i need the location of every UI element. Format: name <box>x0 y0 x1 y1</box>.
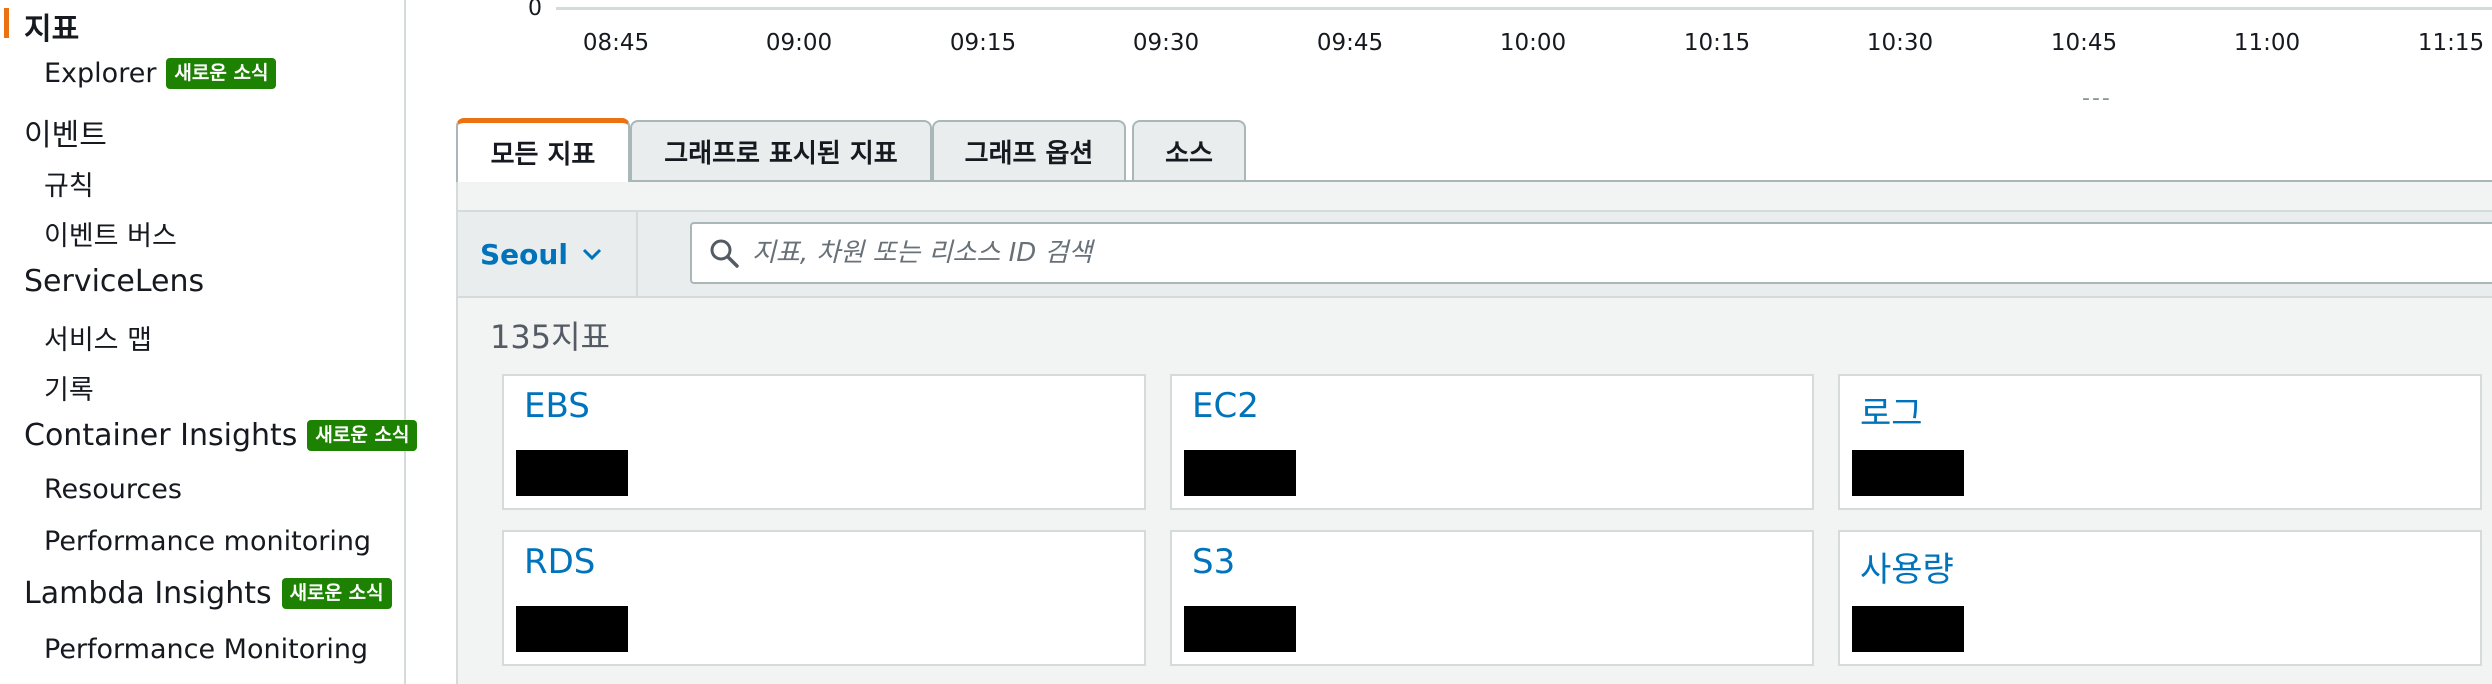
new-badge: 새로운 소식 <box>166 58 277 89</box>
sidebar-item-servicelens[interactable]: ServiceLens <box>24 264 204 299</box>
sidebar-item-lambda-performance-monitoring[interactable]: Performance Monitoring <box>44 634 368 665</box>
namespace-link[interactable]: S3 <box>1192 542 1235 582</box>
namespace-link[interactable]: RDS <box>524 542 595 582</box>
sidebar-item-label: 이벤트 버스 <box>44 221 177 252</box>
sidebar-item-label: Performance Monitoring <box>44 634 369 665</box>
x-tick-label: 10:00 <box>1499 30 1567 56</box>
sidebar-item-label: Explorer <box>44 58 157 89</box>
x-tick-label: 10:15 <box>1683 30 1751 56</box>
namespace-link[interactable]: EBS <box>524 386 590 426</box>
x-tick-label: 10:45 <box>2050 30 2118 56</box>
new-badge: 새로운 소식 <box>307 420 418 451</box>
search-icon <box>708 237 740 269</box>
region-selector[interactable]: Seoul <box>458 212 638 296</box>
redacted-count <box>1852 606 1964 652</box>
tab-graph-options[interactable]: 그래프 옵션 <box>932 120 1126 180</box>
redacted-count <box>1852 450 1964 496</box>
new-badge: 새로운 소식 <box>281 578 392 609</box>
sidebar-item-metrics[interactable]: 지표 <box>3 4 80 48</box>
sidebar-item-label: Lambda Insights <box>24 576 272 611</box>
redacted-count <box>516 450 628 496</box>
x-tick-label: 09:15 <box>949 30 1017 56</box>
x-tick-label: 09:30 <box>1132 30 1200 56</box>
x-tick-label: 11:00 <box>2233 30 2301 56</box>
x-axis-line <box>556 7 2492 10</box>
redacted-count <box>516 606 628 652</box>
tab-label: 모든 지표 <box>490 140 596 170</box>
namespace-link[interactable]: 로그 <box>1860 386 1923 435</box>
namespace-card-usage[interactable]: 사용량 <box>1838 530 2482 666</box>
tab-label: 소스 <box>1165 138 1213 169</box>
tab-label: 그래프 옵션 <box>964 138 1094 169</box>
graph-time-axis: 0 08:45 09:00 09:15 09:30 09:45 10:00 10… <box>456 0 2492 111</box>
tab-all-metrics[interactable]: 모든 지표 <box>456 118 630 182</box>
sidebar-item-label: Resources <box>44 474 182 505</box>
sidebar-item-service-map[interactable]: 서비스 맵 <box>44 318 152 357</box>
sidebar-item-rules[interactable]: 규칙 <box>44 164 94 203</box>
sidebar-item-resources[interactable]: Resources <box>44 474 182 505</box>
tab-graphed-metrics[interactable]: 그래프로 표시된 지표 <box>630 120 932 180</box>
sidebar-item-explorer[interactable]: Explorer 새로운 소식 <box>44 58 277 89</box>
sidebar-item-label: ServiceLens <box>24 264 205 299</box>
sidebar-item-performance-monitoring[interactable]: Performance monitoring <box>44 526 371 557</box>
tab-source[interactable]: 소스 <box>1132 120 1246 180</box>
sidebar-item-label: 이벤트 <box>24 118 107 153</box>
sidebar-item-events[interactable]: 이벤트 <box>24 110 107 154</box>
sidebar-item-event-buses[interactable]: 이벤트 버스 <box>44 214 177 253</box>
y-axis-zero-label: 0 <box>528 0 542 21</box>
x-tick-label: 11:15 <box>2417 30 2485 56</box>
namespace-card-rds[interactable]: RDS <box>502 530 1146 666</box>
sidebar-item-label: 기록 <box>44 375 94 406</box>
sidebar-item-label: Performance monitoring <box>44 526 372 557</box>
namespace-card-s3[interactable]: S3 <box>1170 530 1814 666</box>
x-tick-label: 10:30 <box>1866 30 1934 56</box>
x-tick-label: 08:45 <box>582 30 650 56</box>
namespace-card-ec2[interactable]: EC2 <box>1170 374 1814 510</box>
namespace-card-logs[interactable]: 로그 <box>1838 374 2482 510</box>
sidebar-item-label: 규칙 <box>44 171 94 202</box>
sidebar-item-label: Container Insights <box>24 418 298 453</box>
filter-bar: Seoul <box>458 210 2492 298</box>
all-metrics-panel: Seoul 135지표 EBS EC2 로그 RDS S3 사용량 <box>456 182 2492 684</box>
redacted-count <box>1184 606 1296 652</box>
x-tick-label: 09:45 <box>1316 30 1384 56</box>
sidebar-item-traces[interactable]: 기록 <box>44 368 94 407</box>
sidebar: 지표 Explorer 새로운 소식 이벤트 규칙 이벤트 버스 Service… <box>0 0 418 684</box>
sidebar-item-label: 서비스 맵 <box>44 325 152 356</box>
redacted-count <box>1184 450 1296 496</box>
namespace-link[interactable]: EC2 <box>1192 386 1259 426</box>
search-box <box>690 222 2492 284</box>
search-input[interactable] <box>752 238 2452 268</box>
metrics-tabs: 모든 지표 그래프로 표시된 지표 그래프 옵션 소스 <box>456 118 2492 182</box>
tab-label: 그래프로 표시된 지표 <box>664 138 898 169</box>
graph-resize-handle[interactable]: --- <box>2082 86 2112 111</box>
namespace-link[interactable]: 사용량 <box>1860 542 1954 591</box>
metric-count: 135지표 <box>490 318 610 356</box>
sidebar-item-lambda-insights[interactable]: Lambda Insights 새로운 소식 <box>24 576 392 611</box>
namespace-card-ebs[interactable]: EBS <box>502 374 1146 510</box>
region-label: Seoul <box>480 237 568 271</box>
sidebar-item-label: 지표 <box>24 12 80 47</box>
sidebar-item-container-insights[interactable]: Container Insights 새로운 소식 <box>24 418 418 453</box>
x-tick-label: 09:00 <box>765 30 833 56</box>
chevron-down-icon <box>582 242 602 267</box>
